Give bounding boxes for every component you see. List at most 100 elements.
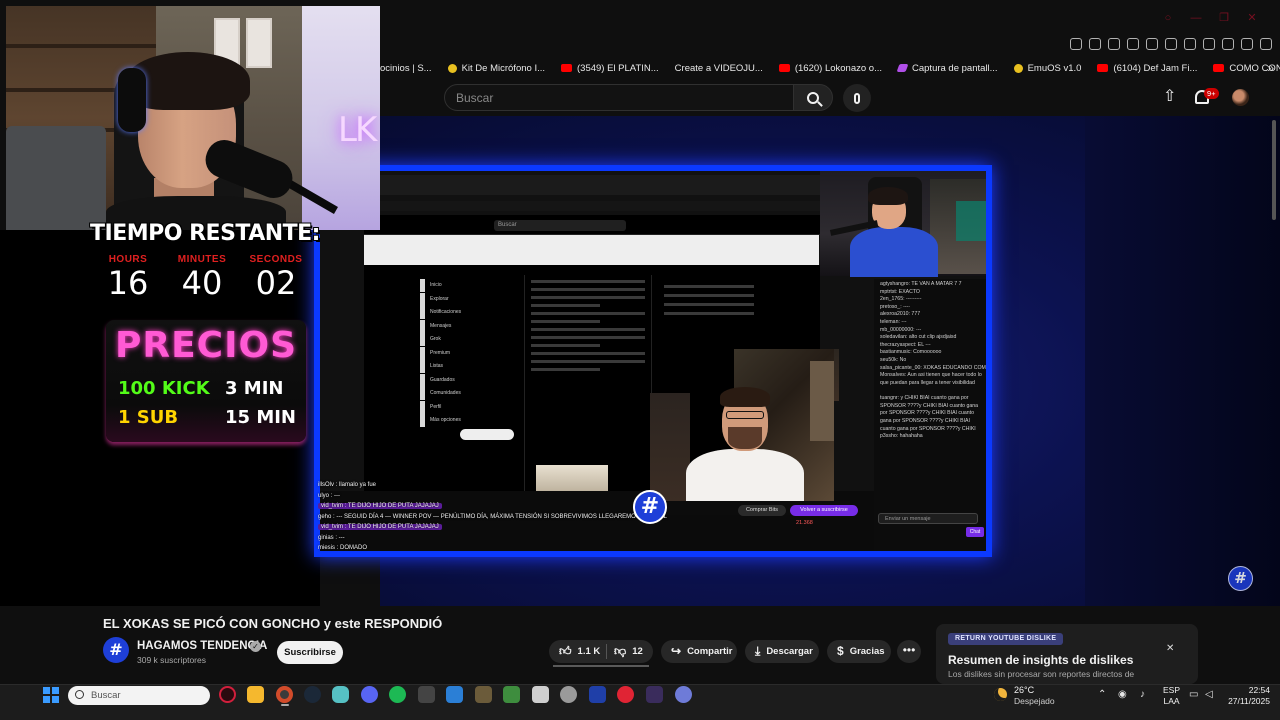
notifications-badge: 9+ (1204, 88, 1219, 99)
obs-icon[interactable] (675, 686, 692, 703)
window-controls: ○ — ❐ ✕ (1162, 12, 1258, 24)
chat-line: 2en_1765: --------- (880, 296, 922, 303)
extension-icon[interactable] (1108, 38, 1120, 50)
overlay-chat-line: vid_tvim : TE DIJO HIJO DE PUTA JAJAJAJ (318, 522, 678, 533)
subscribe-button[interactable]: Suscribirse (277, 641, 343, 664)
inner-x-post (524, 275, 652, 495)
extension-icon[interactable] (1070, 38, 1082, 50)
app-tray-icon[interactable]: ◉ (1118, 689, 1127, 700)
app-icon[interactable] (560, 686, 577, 703)
chat-line: soledavilan: alto cut clip ajsdjaisd (880, 334, 957, 341)
app-icon[interactable] (332, 686, 349, 703)
chat-line: mptrtst: EXACTO (880, 288, 920, 295)
file-explorer-icon[interactable] (247, 686, 264, 703)
weather-temperature[interactable]: 26°C (1014, 685, 1034, 695)
app-icon[interactable] (646, 686, 663, 703)
timer-minutes: MINUTES 40 (162, 254, 242, 301)
app-icon[interactable] (446, 686, 463, 703)
language-indicator[interactable]: ESP LAA (1163, 685, 1180, 707)
inner-x-right-column (664, 279, 754, 349)
bookmark-label: EmuOS v1.0 (1027, 62, 1082, 74)
bookmark[interactable]: (6104) Def Jam Fi... (1097, 63, 1197, 74)
bookmark[interactable]: Kit De Micrófono I... (447, 62, 545, 74)
restore-icon[interactable]: ❐ (1218, 12, 1230, 24)
voice-search-button[interactable] (843, 84, 871, 112)
thanks-button[interactable]: $ Gracias (827, 640, 891, 663)
price-item-kick: 100 KICK (118, 378, 210, 399)
bookmark[interactable]: EmuOS v1.0 (1013, 62, 1082, 74)
inner-x-nav-item: Comunidades (420, 387, 480, 400)
download-button[interactable]: ⤓ Descargar (745, 640, 819, 663)
close-icon[interactable]: ✕ (1166, 643, 1174, 654)
game-icon[interactable] (475, 686, 492, 703)
bookmark-label: (1620) Lokonazo o... (794, 62, 882, 74)
keyboard-layout: LAA (1163, 696, 1180, 706)
dislike-button[interactable]: 👎︎ 12 (606, 640, 643, 663)
clock-time: 22:54 (1248, 685, 1270, 695)
like-button[interactable]: 👍︎ 1.1 K (549, 640, 606, 663)
bookmark[interactable]: (3549) El PLATIN... (561, 63, 659, 74)
webcam-picture-frame (246, 18, 272, 68)
game-icon[interactable] (503, 686, 520, 703)
search-input[interactable]: Buscar (444, 84, 794, 111)
volume-icon[interactable]: ◁ (1205, 689, 1213, 700)
tabs-icon[interactable] (1203, 38, 1215, 50)
inner-x-nav-item: Explorar (420, 292, 480, 306)
like-ratio-bar (553, 665, 649, 667)
app-icon[interactable] (532, 686, 549, 703)
puzzle-icon[interactable] (1184, 38, 1196, 50)
heart-icon[interactable] (1165, 38, 1177, 50)
account-avatar[interactable] (1232, 89, 1249, 106)
extension-icon[interactable] (1089, 38, 1101, 50)
chevron-up-icon[interactable]: ⌃ (1098, 689, 1106, 700)
bookmark[interactable]: Captura de pantall... (896, 63, 998, 74)
app-icon[interactable] (617, 686, 634, 703)
bookmark[interactable]: ocinios | S... (380, 63, 432, 74)
more-actions-button[interactable]: ••• (897, 640, 921, 663)
menu-icon[interactable] (1260, 38, 1272, 50)
browser-app-icon[interactable] (276, 686, 293, 703)
bookmark[interactable]: (1620) Lokonazo o... (778, 62, 882, 74)
inner-x-nav-item: Más opciones (420, 414, 480, 427)
thumbs-down-icon: 👎︎ (614, 644, 627, 658)
channel-avatar[interactable]: # (103, 637, 129, 663)
minimize-icon[interactable]: — (1190, 12, 1202, 24)
weather-description[interactable]: Despejado (1014, 696, 1055, 706)
timer-seconds: SECONDS 02 (236, 254, 316, 301)
search-button[interactable] (793, 84, 833, 111)
bookmarks-more-button[interactable]: » (1267, 61, 1274, 75)
sidebar-icon[interactable] (1241, 38, 1253, 50)
shield-app-icon[interactable] (589, 686, 606, 703)
play-icon[interactable] (1146, 38, 1158, 50)
upload-icon[interactable]: ⇧ (1163, 89, 1176, 105)
microphone-tray-icon[interactable]: ♪ (1140, 689, 1145, 700)
spotify-icon[interactable] (389, 686, 406, 703)
discord-icon[interactable] (361, 686, 378, 703)
taskbar-search-input[interactable]: Buscar (68, 686, 210, 705)
share-button[interactable]: ↪ Compartir (661, 640, 737, 663)
overlay-chat-line: vid_tvim : TE DIJO HIJO DE PUTA JAJAJAJ (318, 501, 678, 512)
download-icon[interactable] (1222, 38, 1234, 50)
display-icon[interactable]: ▭ (1189, 689, 1198, 700)
app-icon[interactable] (418, 686, 435, 703)
inner-x-nav-item: Mensajes (420, 319, 480, 333)
chat-line: tuangnr: y CHIKI BIAI cuanto gana por SP… (880, 395, 979, 433)
channel-name[interactable]: HAGAMOS TENDENCIA (137, 640, 267, 652)
taskbar-clock[interactable]: 22:54 27/11/2025 (1226, 685, 1270, 707)
search-icon[interactable]: ○ (1162, 12, 1174, 24)
channel-watermark-icon[interactable]: # (1228, 566, 1253, 591)
close-icon[interactable]: ✕ (1246, 12, 1258, 24)
bookmark-label: Kit De Micrófono I... (461, 62, 545, 74)
bookmark[interactable]: Create a VIDEOJU... (675, 63, 763, 74)
extension-icon[interactable] (1127, 38, 1139, 50)
windows-start-icon[interactable] (43, 687, 59, 703)
bookmark-label: ocinios | S... (380, 62, 432, 74)
scrollbar-thumb[interactable] (1272, 120, 1276, 220)
steam-icon[interactable] (304, 686, 321, 703)
opera-app-icon[interactable] (219, 686, 236, 703)
chat-line: teleman: --- (880, 318, 907, 325)
share-label: Compartir (687, 646, 733, 657)
moon-icon (994, 688, 1007, 701)
price-item-sub: 1 SUB (118, 407, 179, 428)
inner-x-nav-item: Guardados (420, 373, 480, 387)
